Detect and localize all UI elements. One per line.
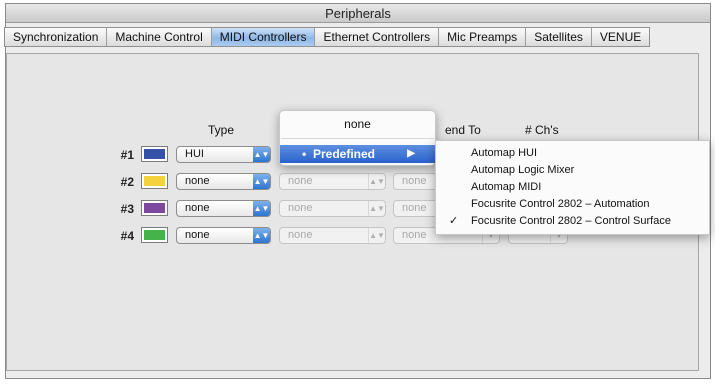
send-to-value: none	[402, 229, 427, 241]
swatch-fill	[144, 176, 165, 186]
send-to-select[interactable]: none	[393, 173, 438, 190]
type-select-value: HUI	[185, 148, 204, 160]
tab-midi-controllers[interactable]: MIDI Controllers	[211, 28, 316, 46]
tab-synchronization[interactable]: Synchronization	[5, 28, 108, 46]
row-label: #1	[120, 148, 134, 162]
tab-mic-preamps[interactable]: Mic Preamps	[439, 28, 527, 46]
type-select-value: none	[185, 175, 210, 187]
submenu-item[interactable]: ✓ Focusrite Control 2802 – Control Surfa…	[436, 213, 709, 229]
submenu-item[interactable]: Focusrite Control 2802 – Automation	[436, 196, 709, 212]
receive-from-value: none	[288, 229, 313, 241]
send-to-value: none	[402, 175, 427, 187]
column-header-type: Type	[208, 123, 235, 137]
row-label: #4	[120, 229, 134, 243]
updown-arrows-icon: ▲▼	[368, 228, 385, 243]
color-swatch[interactable]	[141, 200, 168, 216]
triangle-right-icon: ▶	[407, 148, 415, 159]
tab-satellites[interactable]: Satellites	[526, 28, 592, 46]
type-select[interactable]: HUI ▲▼	[176, 146, 271, 163]
swatch-fill	[144, 149, 165, 159]
updown-arrows-icon: ▲▼	[253, 147, 270, 162]
tab-bar: Synchronization Machine Control MIDI Con…	[4, 27, 651, 47]
tab-machine-control[interactable]: Machine Control	[107, 28, 212, 46]
tab-ethernet-controllers[interactable]: Ethernet Controllers	[315, 28, 440, 46]
type-select[interactable]: none ▲▼	[176, 173, 271, 190]
updown-arrows-icon: ▲▼	[368, 201, 385, 216]
submenu-item-label: Focusrite Control 2802 – Automation	[471, 198, 650, 210]
updown-arrows-icon: ▲▼	[368, 174, 385, 189]
submenu-item-label: Focusrite Control 2802 – Control Surface	[471, 215, 671, 227]
submenu-item-label: Automap MIDI	[471, 181, 542, 193]
submenu-item[interactable]: Automap MIDI	[436, 179, 709, 195]
type-select-value: none	[185, 229, 210, 241]
receive-from-value: none	[288, 175, 313, 187]
updown-arrows-icon: ▲▼	[253, 228, 270, 243]
type-select[interactable]: none ▲▼	[176, 200, 271, 217]
menu-separator	[281, 138, 434, 139]
updown-arrows-icon: ▲▼	[253, 174, 270, 189]
updown-arrows-icon: ▲▼	[253, 201, 270, 216]
menu-item-predefined-label: Predefined	[313, 147, 376, 161]
type-popup-menu: none • Predefined ▶	[279, 110, 436, 166]
submenu-item[interactable]: Automap HUI	[436, 145, 709, 161]
type-select-value: none	[185, 202, 210, 214]
receive-from-value: none	[288, 202, 313, 214]
receive-from-select[interactable]: none ▲▼	[279, 173, 386, 190]
type-select[interactable]: none ▲▼	[176, 227, 271, 244]
menu-item-none[interactable]: none	[280, 117, 435, 131]
column-header-send-to: end To	[445, 123, 481, 137]
selected-bullet-icon: •	[302, 147, 307, 161]
receive-from-select[interactable]: none ▲▼	[279, 200, 386, 217]
window-title: Peripherals	[6, 4, 710, 23]
predefined-submenu: Automap HUI Automap Logic Mixer Automap …	[435, 140, 710, 235]
color-swatch[interactable]	[141, 227, 168, 243]
send-to-select[interactable]: none	[393, 200, 438, 217]
send-to-value: none	[402, 202, 427, 214]
color-swatch[interactable]	[141, 173, 168, 189]
row-label: #3	[120, 202, 134, 216]
swatch-fill	[144, 230, 165, 240]
menu-item-predefined[interactable]: • Predefined ▶	[280, 145, 435, 163]
submenu-item-label: Automap HUI	[471, 147, 538, 159]
checkmark-icon: ✓	[449, 215, 459, 227]
row-label: #2	[120, 175, 134, 189]
swatch-fill	[144, 203, 165, 213]
receive-from-select[interactable]: none ▲▼	[279, 227, 386, 244]
submenu-item-label: Automap Logic Mixer	[471, 164, 575, 176]
column-header-channels: # Ch's	[525, 123, 559, 137]
color-swatch[interactable]	[141, 146, 168, 162]
tab-venue[interactable]: VENUE	[592, 28, 649, 46]
submenu-item[interactable]: Automap Logic Mixer	[436, 162, 709, 178]
